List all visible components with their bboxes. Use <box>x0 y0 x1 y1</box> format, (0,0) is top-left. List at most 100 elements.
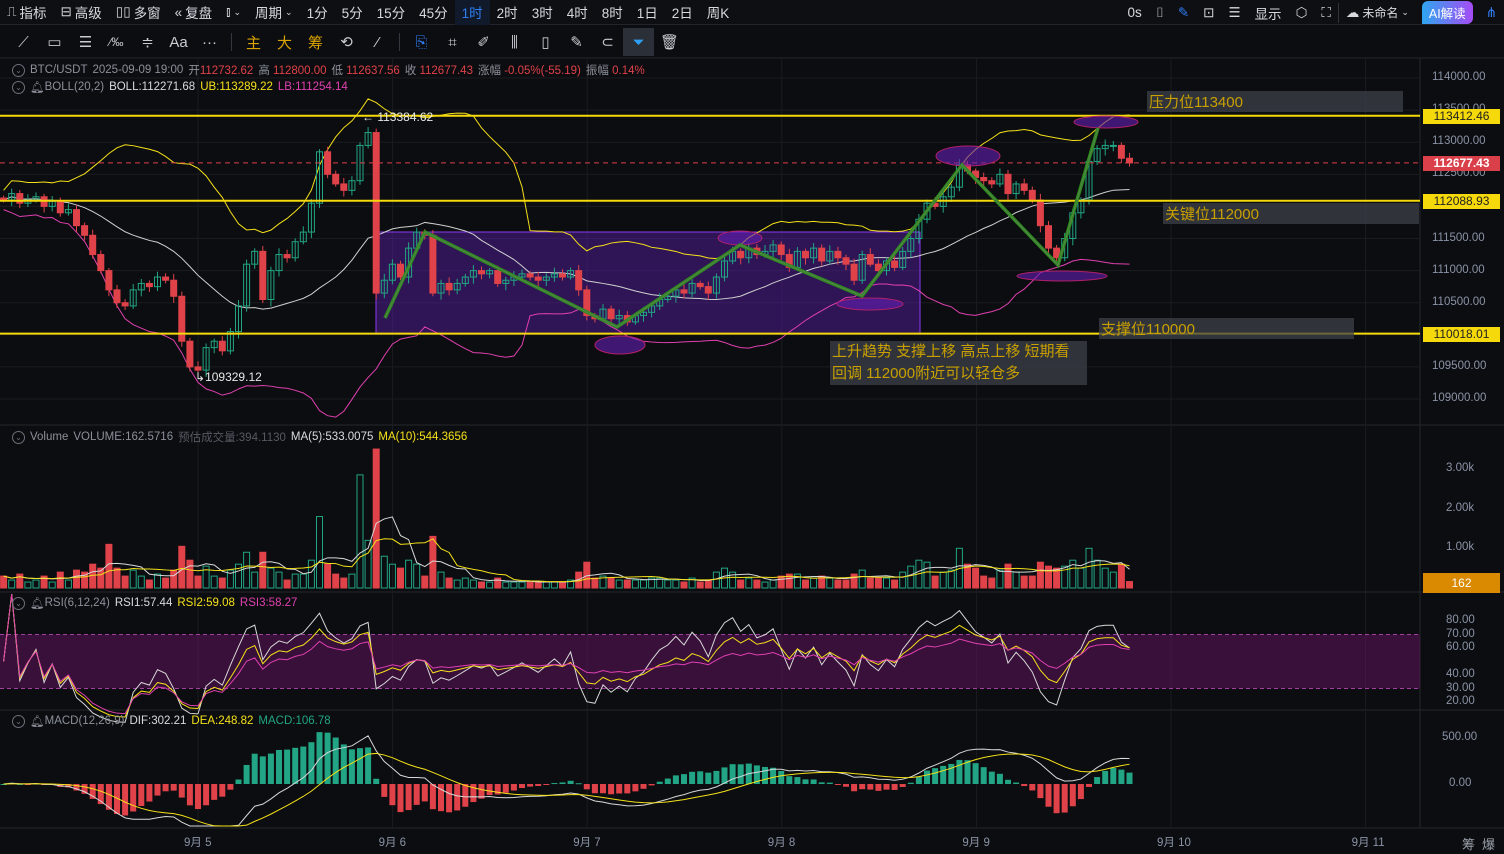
macd-bar <box>705 772 712 784</box>
collapse-icon[interactable]: ⌄ <box>12 430 25 444</box>
macd-bar <box>357 748 363 784</box>
candle-body <box>145 282 153 288</box>
candle-body <box>1117 144 1125 159</box>
macd-bar <box>924 770 930 784</box>
collapse-icon[interactable]: ⌄ <box>12 596 25 610</box>
volume-bar <box>826 577 834 589</box>
date-axis-label: 9月 9 <box>962 837 990 849</box>
candle-body <box>259 250 267 300</box>
volume-bar <box>891 579 899 589</box>
volume-bar <box>1045 565 1052 589</box>
collapse-icon[interactable]: ⌄ <box>12 63 25 77</box>
bell-icon[interactable]: 🔔︎ <box>30 714 45 728</box>
volume-tag: 162 <box>1423 573 1500 593</box>
close-value: 112677.43 <box>419 65 473 77</box>
macd-bar <box>292 747 299 784</box>
volume-bar <box>550 581 558 589</box>
macd-bar <box>737 764 744 784</box>
highlight-ellipse <box>594 335 646 355</box>
macd-bar <box>616 784 623 794</box>
macd-bar <box>527 784 534 787</box>
high-label: 高 <box>258 65 270 77</box>
resistance-note[interactable]: 压力位113400 <box>1147 91 1403 112</box>
comment-note[interactable]: 上升趋势 支撑上移 高点上移 短期看 回调 112000附近可以轻仓多 <box>830 341 1087 385</box>
volume-bar <box>834 579 842 589</box>
volume-bar <box>1093 559 1101 589</box>
candle-body <box>607 308 615 320</box>
volume-bar <box>113 567 121 589</box>
volume-bar <box>453 579 461 589</box>
macd-dea: DEA:248.82 <box>191 715 254 727</box>
macd-bar <box>802 779 809 784</box>
support-note[interactable]: 支撑位110000 <box>1099 318 1354 339</box>
macd-bar <box>826 782 833 784</box>
volume-bar <box>931 575 939 589</box>
macd-bar <box>778 770 785 784</box>
highlight-ellipse <box>717 230 763 246</box>
volume-bar <box>218 577 226 589</box>
volume-bar <box>996 569 1004 589</box>
volume-bar <box>939 571 947 589</box>
amplitude-value: 0.14% <box>612 65 645 77</box>
candle-body <box>737 250 745 259</box>
volume-bar <box>356 474 364 589</box>
candle-body <box>81 225 89 236</box>
price-axis-label: 109500.00 <box>1432 359 1487 372</box>
volume-bar <box>121 575 129 589</box>
boll-name: BOLL(20,2) <box>44 81 105 93</box>
macd-bar <box>656 781 663 784</box>
candle-body <box>170 279 178 297</box>
macd-bar <box>964 760 971 784</box>
macd-bar <box>980 767 987 784</box>
candle-body <box>891 260 899 268</box>
macd-bar <box>664 778 671 784</box>
volume-bar <box>1126 581 1133 589</box>
date-axis-label: 9月 8 <box>767 837 796 849</box>
candle-body <box>121 302 129 307</box>
macd-bar <box>932 768 939 784</box>
volume-bar <box>534 581 542 589</box>
volume-bar <box>145 579 153 589</box>
candle-body <box>372 132 380 294</box>
low-label: 低 <box>331 65 344 77</box>
volume-bar <box>874 577 882 589</box>
macd-bar <box>251 753 258 784</box>
burst-toggle[interactable]: 爆 <box>1482 834 1495 853</box>
volume-axis-label: 3.00k <box>1446 461 1475 474</box>
macd-bar <box>405 784 412 811</box>
candle-body <box>534 276 542 281</box>
macd-bar <box>883 784 890 790</box>
macd-bar <box>794 777 801 784</box>
support-price-tag: 110018.01 <box>1423 327 1500 342</box>
volume-bar <box>810 577 818 589</box>
volume-axis-label: 2.00k <box>1446 501 1475 514</box>
volume-bar <box>73 569 80 589</box>
low-mark: ↳109329.12 <box>195 370 262 384</box>
macd-bar <box>332 737 339 784</box>
candle-body <box>340 183 348 191</box>
macd-bar <box>672 775 679 784</box>
macd-bar <box>454 784 461 811</box>
chips-toggle[interactable]: 筹 <box>1462 834 1475 853</box>
open-label: 开 <box>188 65 200 77</box>
candle-body <box>16 193 24 204</box>
macd-bar <box>1086 784 1092 787</box>
macd-bar <box>429 784 436 810</box>
candle-body <box>850 263 858 281</box>
collapse-icon[interactable]: ⌄ <box>12 80 25 94</box>
price-axis-label: 110500.00 <box>1432 295 1486 308</box>
macd-bar <box>608 784 615 795</box>
collapse-icon[interactable]: ⌄ <box>12 714 25 728</box>
volume-bar <box>761 581 769 589</box>
date-axis-label: 9月 11 <box>1351 837 1385 849</box>
volume-bar <box>162 577 170 589</box>
macd-bar <box>940 765 947 784</box>
macd-bar <box>486 784 493 796</box>
bell-icon[interactable]: 🔔︎ <box>30 596 45 610</box>
low-mark-value: 109329.12 <box>205 370 262 384</box>
volume-value: VOLUME:162.5716 <box>73 431 174 443</box>
bell-icon[interactable]: 🔔︎ <box>30 80 45 94</box>
candle-body <box>1036 199 1044 227</box>
key-level-note[interactable]: 关键位112000 <box>1163 203 1419 224</box>
candle-body <box>818 247 826 262</box>
